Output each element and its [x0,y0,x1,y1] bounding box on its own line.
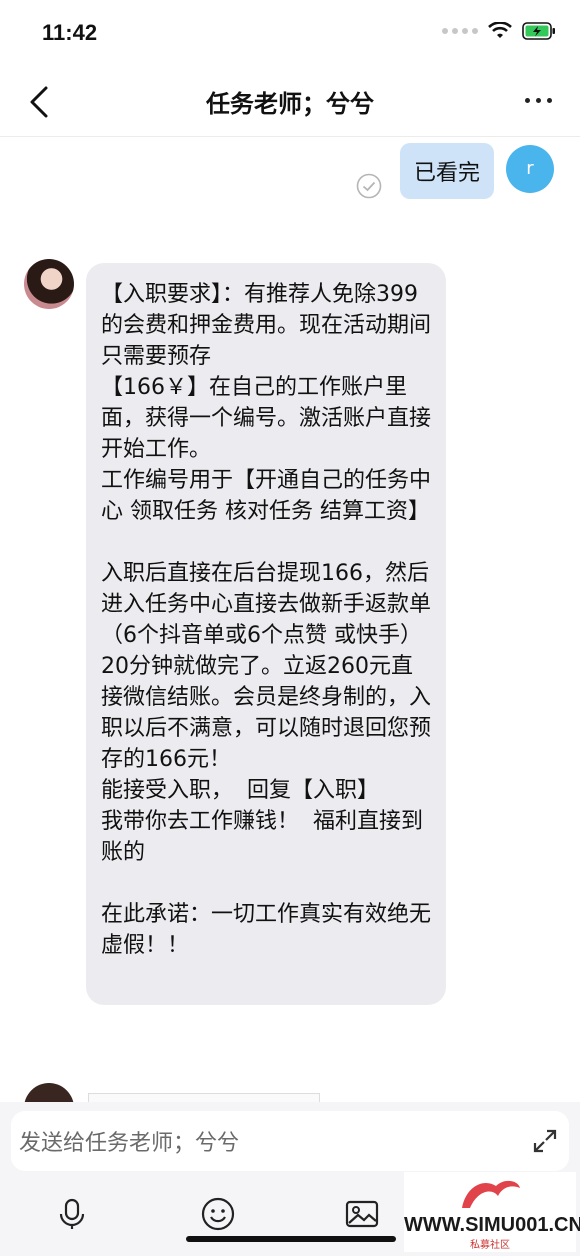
more-options-icon[interactable] [525,98,552,103]
expand-icon[interactable] [531,1127,559,1155]
chat-area[interactable]: 已看完 r 【入职要求】：有推荐人免除399的会费和押金费用。现在活动期间只需要… [0,137,580,1102]
battery-icon [522,22,555,40]
microphone-icon[interactable] [54,1196,90,1232]
contact-avatar-next[interactable] [24,1083,74,1102]
image-icon[interactable] [344,1196,380,1232]
message-input-placeholder: 发送给任务老师；兮兮 [19,1131,240,1156]
nav-bar: 任务老师；兮兮 [0,70,580,137]
status-time: 11:42 [42,20,98,45]
read-check-icon [356,173,382,199]
watermark-subtext: 私募社区 [470,1240,510,1251]
my-message-bubble[interactable]: 已看完 [399,143,494,199]
contact-avatar[interactable] [24,259,74,309]
message-input[interactable]: 发送给任务老师；兮兮 [11,1111,569,1171]
status-bar: 11:42 [0,0,580,70]
chat-title: 任务老师；兮兮 [206,90,374,118]
watermark: WWW.SIMU001.CN 私募社区 [404,1172,580,1252]
watermark-logo-icon [462,1180,520,1208]
home-indicator [186,1236,396,1242]
status-icons [442,22,556,40]
contact-message-bubble[interactable]: 【入职要求】：有推荐人免除399的会费和押金费用。现在活动期间只需要预存 【16… [86,263,446,1005]
image-message-thumbnail[interactable] [88,1093,320,1102]
signal-icon [442,28,478,34]
watermark-text: WWW.SIMU001.CN [404,1214,580,1236]
wifi-icon [488,22,512,38]
my-avatar[interactable]: r [506,145,554,193]
emoji-icon[interactable] [200,1196,236,1232]
